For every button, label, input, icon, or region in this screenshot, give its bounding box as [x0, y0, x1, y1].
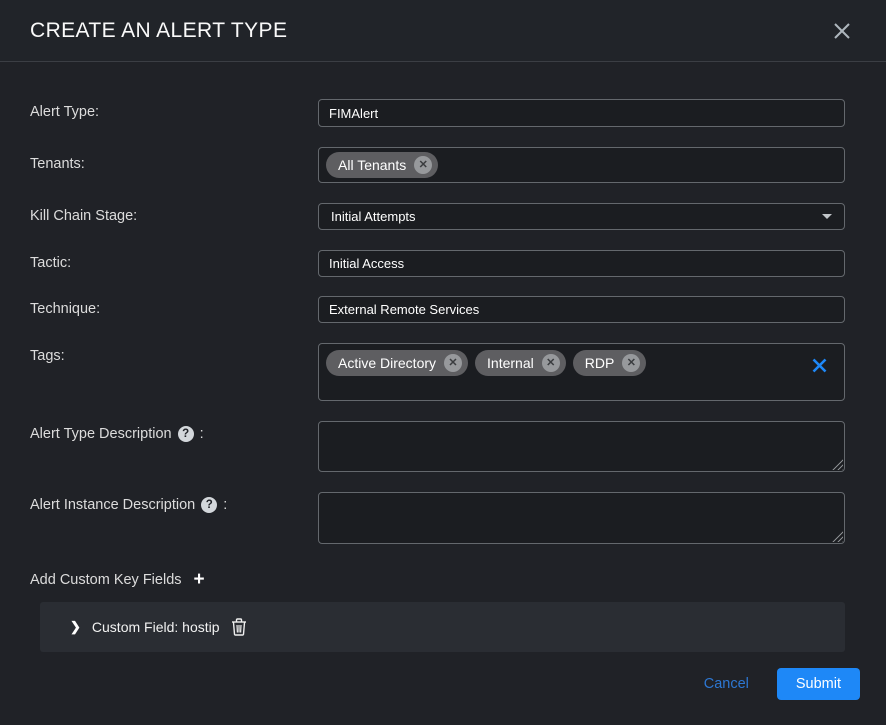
tenants-input[interactable]: All Tenants ✕: [318, 147, 845, 183]
custom-field-label: Custom Field: hostip: [92, 619, 220, 635]
modal-title: CREATE AN ALERT TYPE: [30, 19, 287, 43]
remove-tag-icon[interactable]: ✕: [622, 354, 640, 372]
tenant-chip-label: All Tenants: [338, 157, 406, 173]
clear-tags-button[interactable]: [808, 354, 830, 376]
row-tags: Tags: Active Directory ✕ Internal ✕ RDP …: [30, 343, 845, 401]
modal-body: Alert Type: Tenants: All Tenants ✕ Kill …: [0, 62, 886, 725]
modal-header: CREATE AN ALERT TYPE: [0, 0, 886, 62]
kill-chain-stage-select[interactable]: Initial Attempts: [318, 203, 845, 230]
remove-tag-icon[interactable]: ✕: [542, 354, 560, 372]
tenants-label: Tenants:: [30, 147, 318, 172]
alert-type-input[interactable]: [318, 99, 845, 127]
tag-chip: Internal ✕: [475, 350, 566, 376]
row-tenants: Tenants: All Tenants ✕: [30, 147, 845, 183]
submit-button[interactable]: Submit: [777, 668, 860, 700]
tags-label: Tags:: [30, 343, 318, 364]
tenant-chip: All Tenants ✕: [326, 152, 438, 178]
kill-chain-stage-value: Initial Attempts: [331, 209, 416, 224]
technique-label: Technique:: [30, 296, 318, 317]
row-alert-type-description: Alert Type Description ? :: [30, 421, 845, 472]
tag-chip: RDP ✕: [573, 350, 647, 376]
cancel-button[interactable]: Cancel: [704, 676, 749, 692]
tag-chip-label: Internal: [487, 355, 534, 371]
remove-tenant-icon[interactable]: ✕: [414, 156, 432, 174]
create-alert-type-modal: CREATE AN ALERT TYPE Alert Type: Tenants…: [0, 0, 886, 725]
row-alert-instance-description: Alert Instance Description ? :: [30, 492, 845, 544]
delete-custom-field-button[interactable]: [231, 618, 247, 636]
kill-chain-stage-label: Kill Chain Stage:: [30, 203, 318, 224]
tactic-label: Tactic:: [30, 250, 318, 271]
help-icon[interactable]: ?: [178, 426, 194, 442]
close-icon: [832, 21, 852, 41]
tag-chip-label: RDP: [585, 355, 615, 371]
alert-type-label: Alert Type:: [30, 99, 318, 120]
remove-tag-icon[interactable]: ✕: [444, 354, 462, 372]
chevron-down-icon: [822, 214, 832, 219]
technique-input[interactable]: [318, 296, 845, 323]
chevron-right-icon[interactable]: ❯: [70, 619, 81, 635]
custom-key-fields-section: Add Custom Key Fields +: [30, 571, 845, 589]
alert-type-description-label: Alert Type Description ? :: [30, 421, 318, 442]
row-tactic: Tactic:: [30, 250, 845, 277]
alert-type-description-textarea[interactable]: [318, 421, 845, 472]
modal-footer: Cancel Submit: [30, 668, 860, 700]
help-icon[interactable]: ?: [201, 497, 217, 513]
clear-tags-icon: [811, 357, 828, 374]
alert-instance-description-label: Alert Instance Description ? :: [30, 492, 318, 513]
row-alert-type: Alert Type:: [30, 99, 845, 127]
row-kill-chain-stage: Kill Chain Stage: Initial Attempts: [30, 203, 845, 230]
plus-icon: +: [194, 569, 205, 590]
tactic-input[interactable]: [318, 250, 845, 277]
custom-field-row[interactable]: ❯ Custom Field: hostip: [40, 602, 845, 652]
trash-icon: [231, 618, 247, 636]
add-custom-field-button[interactable]: +: [194, 571, 205, 589]
row-technique: Technique:: [30, 296, 845, 323]
alert-instance-description-textarea[interactable]: [318, 492, 845, 544]
tag-chip-label: Active Directory: [338, 355, 436, 371]
custom-key-fields-label: Add Custom Key Fields: [30, 572, 182, 588]
close-button[interactable]: [828, 17, 856, 45]
tag-chip: Active Directory ✕: [326, 350, 468, 376]
tags-input[interactable]: Active Directory ✕ Internal ✕ RDP ✕: [318, 343, 845, 401]
